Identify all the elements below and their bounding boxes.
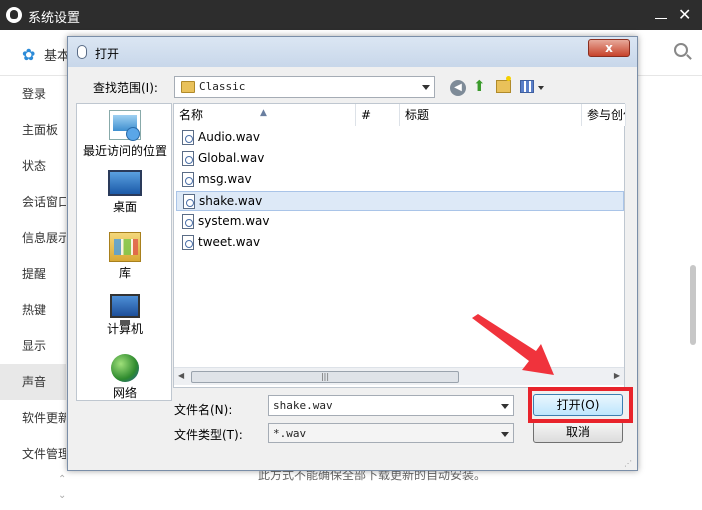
- sidebar-item-login[interactable]: 登录: [0, 76, 66, 112]
- gear-icon: ✿: [22, 45, 36, 64]
- wav-file-icon: [182, 235, 194, 250]
- filetype-label: 文件类型(T):: [174, 428, 243, 442]
- cancel-button[interactable]: 取消: [533, 421, 623, 443]
- file-name: tweet.wav: [198, 235, 261, 249]
- dialog-title: 打开: [95, 47, 120, 61]
- filename-label: 文件名(N):: [174, 403, 233, 417]
- close-icon[interactable]: ✕: [678, 5, 691, 24]
- desktop-icon: [108, 170, 142, 196]
- scroll-left-icon[interactable]: ◀: [178, 371, 184, 380]
- horizontal-scrollbar[interactable]: ◀ ||| ▶: [174, 367, 624, 385]
- network-icon: [111, 354, 139, 382]
- sidebar-item-sound[interactable]: 声音: [0, 364, 66, 400]
- dropdown-arrow-icon: [422, 85, 430, 90]
- column-header-title[interactable]: 标题: [400, 104, 582, 126]
- file-row[interactable]: tweet.wav: [176, 233, 624, 253]
- place-computer[interactable]: 计算机: [77, 294, 173, 337]
- column-header-number[interactable]: #: [356, 104, 400, 126]
- app-title: 系统设置: [28, 11, 81, 26]
- library-icon: [109, 232, 141, 262]
- recent-places-icon: [109, 110, 141, 141]
- place-libraries[interactable]: 库: [77, 232, 173, 281]
- sidebar-item-software-update[interactable]: 软件更新: [0, 400, 66, 436]
- file-row[interactable]: system.wav: [176, 212, 624, 232]
- file-row[interactable]: msg.wav: [176, 170, 624, 190]
- dropdown-arrow-icon: [501, 432, 509, 437]
- file-name: msg.wav: [198, 172, 252, 186]
- column-header-name[interactable]: 名称 ▲: [174, 104, 356, 126]
- places-bar: 最近访问的位置 桌面 库 计算机 网络: [76, 103, 172, 401]
- filename-input[interactable]: shake.wav: [268, 395, 514, 416]
- file-row[interactable]: Global.wav: [176, 149, 624, 169]
- file-name: Audio.wav: [198, 130, 260, 144]
- wav-file-icon: [183, 194, 195, 209]
- filetype-value: *.wav: [273, 427, 307, 440]
- view-dropdown-arrow-icon[interactable]: [538, 86, 544, 90]
- file-row-selected[interactable]: shake.wav: [176, 191, 624, 211]
- sidebar-item-chat-window[interactable]: 会话窗口: [0, 184, 66, 220]
- place-recent[interactable]: 最近访问的位置: [77, 110, 173, 159]
- up-folder-icon[interactable]: ⬆: [473, 77, 486, 95]
- lookin-label: 查找范围(I):: [93, 81, 158, 95]
- dropdown-arrow-icon[interactable]: [501, 404, 509, 409]
- sidebar-item-main-panel[interactable]: 主面板: [0, 112, 66, 148]
- highlight-box: [528, 387, 633, 423]
- search-icon[interactable]: [674, 43, 688, 57]
- resize-grip-icon[interactable]: ⋰: [624, 459, 632, 468]
- settings-sidebar: 登录 主面板 状态 会话窗口 信息展示 提醒 热键 显示 声音 软件更新 文件管…: [0, 76, 66, 510]
- app-titlebar: 系统设置 ✕: [0, 0, 702, 30]
- lookin-dropdown[interactable]: Classic: [174, 76, 435, 98]
- dialog-close-button[interactable]: x: [588, 39, 630, 57]
- wav-file-icon: [182, 214, 194, 229]
- file-name: Global.wav: [198, 151, 265, 165]
- sidebar-item-status[interactable]: 状态: [0, 148, 66, 184]
- file-row[interactable]: Audio.wav: [176, 128, 624, 148]
- sidebar-item-file-management[interactable]: 文件管理: [0, 436, 66, 472]
- sidebar-item-reminder[interactable]: 提醒: [0, 256, 66, 292]
- view-menu-icon[interactable]: [520, 80, 534, 93]
- sidebar-item-info-display[interactable]: 信息展示: [0, 220, 66, 256]
- computer-icon: [110, 294, 140, 325]
- filetype-select[interactable]: *.wav: [268, 423, 514, 443]
- place-label: 网络: [112, 386, 137, 400]
- dialog-app-icon: [77, 45, 87, 59]
- app-logo-icon: [6, 7, 22, 23]
- folder-icon: [181, 81, 195, 93]
- place-network[interactable]: 网络: [77, 354, 173, 401]
- place-label: 库: [118, 266, 131, 280]
- file-list[interactable]: 名称 ▲ # 标题 参与创作 Audio.wav Global.wav msg.…: [173, 103, 626, 388]
- sidebar-item-hotkey[interactable]: 热键: [0, 292, 66, 328]
- place-label: 最近访问的位置: [82, 144, 167, 158]
- minimize-icon[interactable]: [652, 6, 670, 24]
- wav-file-icon: [182, 151, 194, 166]
- place-label: 桌面: [112, 200, 137, 214]
- back-icon[interactable]: ◀: [450, 80, 466, 96]
- sidebar-item-display[interactable]: 显示: [0, 328, 66, 364]
- scroll-right-icon[interactable]: ▶: [614, 371, 620, 380]
- app-scrollbar[interactable]: [690, 265, 696, 345]
- lookin-value: Classic: [199, 80, 246, 93]
- column-header-contributors[interactable]: 参与创作: [582, 104, 626, 126]
- filename-value: shake.wav: [273, 399, 333, 412]
- open-file-dialog: 打开 x 查找范围(I): Classic ◀ ⬆ 最近访问的位置 桌面 库 计…: [67, 36, 638, 471]
- file-name: system.wav: [198, 214, 270, 228]
- scrollbar-thumb[interactable]: |||: [191, 371, 459, 383]
- new-folder-icon[interactable]: [496, 76, 511, 93]
- place-desktop[interactable]: 桌面: [77, 170, 173, 215]
- file-name: shake.wav: [199, 194, 263, 208]
- wav-file-icon: [182, 172, 194, 187]
- column-name-label: 名称: [179, 108, 204, 122]
- dialog-titlebar: 打开 x: [68, 37, 637, 67]
- wav-file-icon: [182, 130, 194, 145]
- sort-ascending-icon: ▲: [260, 108, 267, 118]
